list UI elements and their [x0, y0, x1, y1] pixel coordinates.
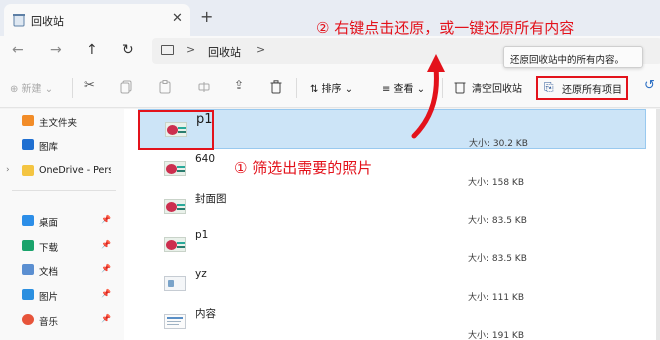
sidebar-item-gallery[interactable]: 图库 — [0, 135, 124, 157]
sidebar-item-desktop[interactable]: 桌面 📌 — [0, 211, 124, 233]
new-button[interactable]: ⊕ 新建 ⌄ — [10, 80, 53, 95]
pictures-icon — [22, 289, 34, 300]
pin-icon[interactable]: 📌 — [101, 215, 111, 224]
forward-icon[interactable]: → — [50, 42, 62, 58]
sidebar-item-documents[interactable]: 文档 📌 — [0, 260, 124, 282]
sidebar-item-music[interactable]: 音乐 📌 — [0, 310, 124, 332]
arrow-icon — [411, 54, 445, 139]
list-item[interactable]: yz 大小: 111 KB — [138, 264, 646, 304]
share-icon[interactable]: ⇪ — [234, 78, 244, 92]
computer-icon — [161, 45, 174, 55]
sort-button[interactable]: ⇅ 排序 ⌄ — [310, 80, 353, 95]
sidebar-item-label: 图库 — [39, 142, 59, 153]
copy-icon[interactable] — [120, 80, 132, 94]
expand-chevron-icon[interactable]: › — [6, 165, 10, 175]
file-size: 大小: 191 KB — [468, 331, 525, 340]
tab-recycle-bin[interactable]: 回收站 ✕ — [4, 4, 190, 36]
list-item[interactable]: p1 大小: 83.5 KB — [138, 225, 646, 265]
file-name: 内容 — [195, 308, 216, 320]
sidebar-item-label: OneDrive - Pers — [39, 165, 111, 176]
annotation-step-1: ① 筛选出需要的照片 — [234, 159, 373, 177]
navigation-pane: 主文件夹 图库 › OneDrive - Pers 桌面 📌 下载 📌 文档 📌… — [0, 109, 124, 340]
recycle-bin-icon — [13, 14, 25, 27]
scrollbar[interactable] — [656, 109, 660, 340]
undo-icon[interactable]: ↺ — [644, 78, 655, 93]
music-icon — [22, 314, 34, 325]
delete-icon[interactable] — [270, 80, 282, 94]
sidebar-item-label: 主文件夹 — [39, 118, 78, 129]
gallery-icon — [22, 139, 34, 150]
close-tab-icon[interactable]: ✕ — [172, 11, 183, 26]
pin-icon[interactable]: 📌 — [101, 314, 111, 323]
sidebar-item-home[interactable]: 主文件夹 — [0, 111, 124, 133]
image-thumbnail-icon — [164, 237, 186, 252]
breadcrumb-recycle-bin[interactable]: 回收站 — [208, 44, 241, 60]
rename-icon[interactable] — [198, 80, 210, 94]
sidebar-item-downloads[interactable]: 下载 📌 — [0, 236, 124, 258]
sidebar-item-onedrive[interactable]: › OneDrive - Pers — [0, 161, 124, 183]
restore-all-label: 还原所有项目 — [562, 85, 622, 96]
pin-icon[interactable]: 📌 — [101, 264, 111, 273]
image-thumbnail-icon — [164, 161, 186, 176]
pin-icon[interactable]: 📌 — [101, 289, 111, 298]
breadcrumb-chevron-icon[interactable]: > — [256, 43, 265, 56]
refresh-icon[interactable]: ↻ — [122, 42, 134, 58]
file-name: yz — [195, 268, 207, 280]
breadcrumb-chevron-icon[interactable]: > — [186, 43, 195, 56]
command-bar: ⊕ 新建 ⌄ ✂ ⇪ ⇅ 排序 ⌄ ≡ 查看 ⌄ 清空回收站 ⎘ 还原所有项目 … — [0, 68, 660, 108]
cut-icon[interactable]: ✂ — [84, 78, 95, 93]
list-item[interactable]: 内容 大小: 191 KB — [138, 302, 646, 340]
tab-title: 回收站 — [31, 15, 64, 28]
download-icon — [22, 240, 34, 251]
toolbar-divider — [296, 78, 297, 98]
sidebar-item-pictures[interactable]: 图片 📌 — [0, 285, 124, 307]
empty-recycle-bin-button[interactable]: 清空回收站 — [472, 80, 522, 95]
file-name: p1 — [195, 229, 209, 241]
folder-icon — [22, 165, 34, 176]
home-icon — [22, 115, 34, 126]
annotation-step-2: ② 右键点击还原，或一键还原所有内容 — [316, 19, 575, 37]
paste-icon[interactable] — [159, 80, 171, 94]
new-tab-icon[interactable]: + — [200, 7, 213, 26]
image-thumbnail-icon — [164, 199, 186, 214]
restore-all-items-button[interactable]: ⎘ 还原所有项目 — [536, 76, 628, 100]
image-thumbnail-icon — [164, 276, 186, 291]
highlight-box — [138, 110, 214, 150]
tooltip: 还原回收站中的所有内容。 — [503, 46, 643, 68]
desktop-icon — [22, 215, 34, 226]
pin-icon[interactable]: 📌 — [101, 240, 111, 249]
list-item[interactable]: 640 大小: 158 KB — [138, 149, 646, 189]
file-name: 封面图 — [195, 193, 227, 205]
list-item[interactable]: p1 大小: 30.2 KB — [138, 109, 646, 149]
up-icon[interactable]: ↑ — [86, 42, 98, 58]
list-item[interactable]: 封面图 大小: 83.5 KB — [138, 187, 646, 227]
toolbar-divider — [72, 78, 73, 98]
file-size: 大小: 83.5 KB — [468, 254, 527, 264]
file-name: 640 — [195, 153, 216, 165]
document-thumbnail-icon — [164, 314, 186, 329]
documents-icon — [22, 264, 34, 275]
restore-icon: ⎘ — [544, 80, 554, 94]
file-size: 大小: 30.2 KB — [469, 139, 528, 149]
back-icon[interactable]: ← — [12, 42, 24, 58]
sidebar-divider — [12, 190, 116, 191]
